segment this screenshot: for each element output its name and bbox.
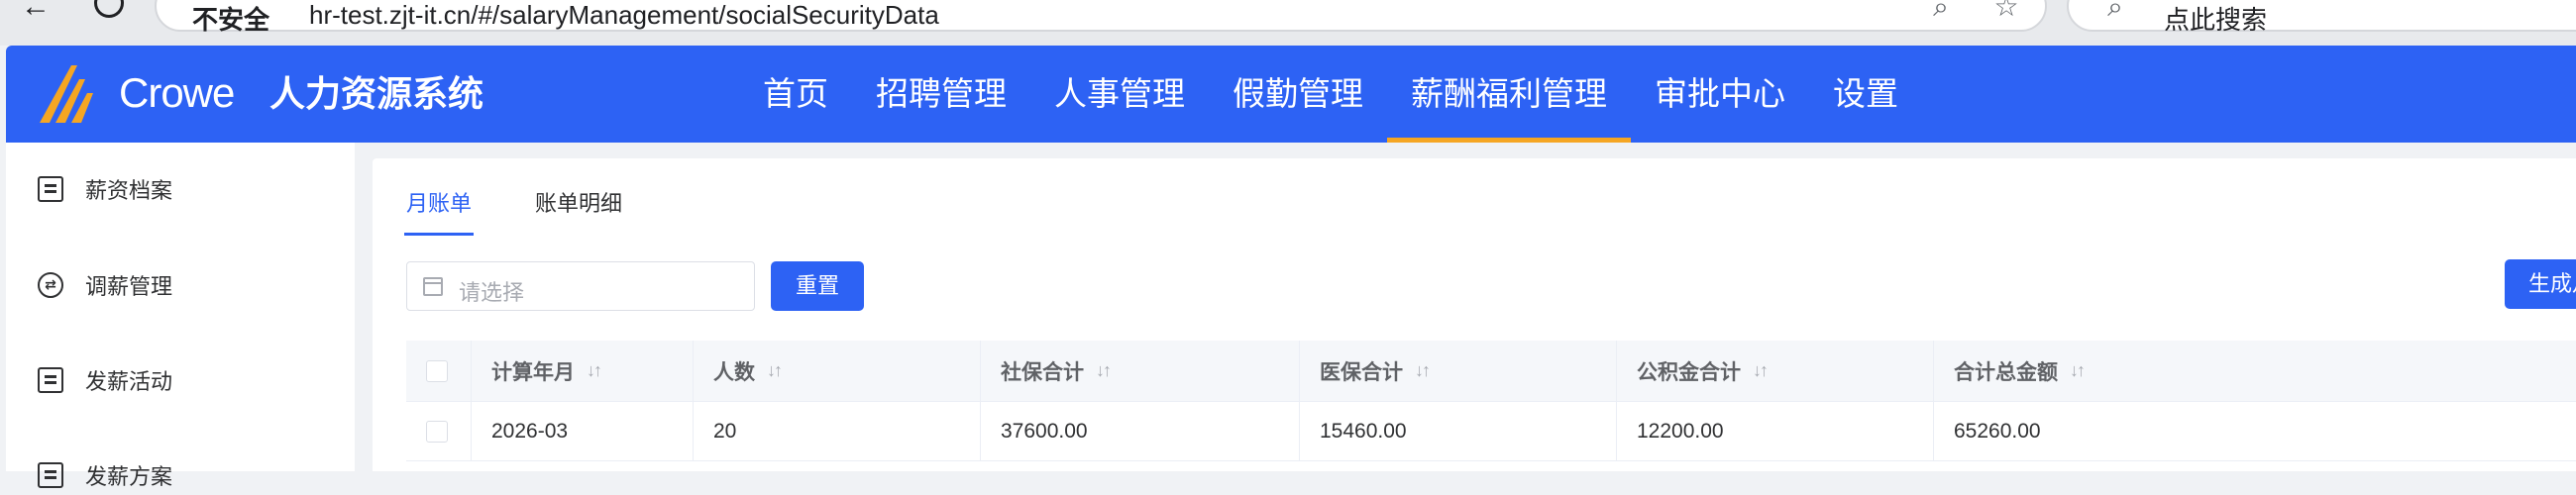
table-row[interactable]: 2026-03 20 37600.00 15460.00 12200.00 65… <box>406 402 2576 461</box>
monthly-bill-table: 计算年月 ↓↑ 人数 ↓↑ 社保合计 ↓↑ 医保合计 ↓↑ 公积金合计 ↓↑ 合计总金额 ↓… <box>406 341 2576 461</box>
column-header[interactable]: 医保合计 ↓↑ <box>1300 341 1617 401</box>
document-icon <box>38 176 63 202</box>
main-nav: 首页 招聘管理 人事管理 假勤管理 薪酬福利管理 审批中心 设置 <box>739 46 1922 143</box>
bookmark-star-icon[interactable]: ☆ <box>1991 0 2021 22</box>
table-header: 计算年月 ↓↑ 人数 ↓↑ 社保合计 ↓↑ 医保合计 ↓↑ 公积金合计 ↓↑ 合计总金额 ↓… <box>406 341 2576 402</box>
sort-icon[interactable]: ↓↑ <box>1415 360 1431 381</box>
cell-grand-total: 65260.00 <box>1954 419 2041 443</box>
column-header[interactable]: 计算年月 ↓↑ <box>472 341 694 401</box>
column-header[interactable]: 合计总金额 ↓↑ <box>1934 341 2576 401</box>
bill-tabs: 月账单 账单明细 <box>403 188 686 236</box>
sidebar-item-label: 薪资档案 <box>85 178 173 203</box>
nav-approval[interactable]: 审批中心 <box>1631 46 1809 143</box>
crowe-logo-icon <box>40 65 93 123</box>
tab-monthly-bill[interactable]: 月账单 <box>403 188 475 236</box>
tab-bill-detail[interactable]: 账单明细 <box>535 188 622 236</box>
browser-toolbar: ← 不安全 hr-test.zjt-it.cn/#/salaryManageme… <box>0 0 2576 46</box>
search-icon: ⌕ <box>2107 0 2123 22</box>
main-panel: 月账单 账单明细 请选择 重置 生成月 计算年月↓↑ 人数↓↑ 社保合计↓↑ 医… <box>373 158 2576 471</box>
cell-month: 2026-03 <box>472 402 694 460</box>
app-header: Crowe 人力资源系统 首页 招聘管理 人事管理 假勤管理 薪酬福利管理 审批… <box>6 46 2576 143</box>
nav-recruitment[interactable]: 招聘管理 <box>852 46 1030 143</box>
browser-search-box[interactable]: ⌕ 点此搜索 <box>2067 0 2576 35</box>
brand-name: Crowe <box>119 69 235 116</box>
nav-personnel[interactable]: 人事管理 <box>1030 46 1209 143</box>
cell-housing-fund-total: 12200.00 <box>1617 402 1934 460</box>
month-picker-input[interactable]: 请选择 <box>406 261 755 311</box>
header-checkbox-cell <box>406 341 472 401</box>
column-header[interactable]: 公积金合计 ↓↑ <box>1617 341 1934 401</box>
cell-medical-insurance-total: 15460.00 <box>1300 402 1617 460</box>
calendar-icon <box>423 277 443 296</box>
month-picker-placeholder: 请选择 <box>459 280 525 305</box>
nav-compensation[interactable]: 薪酬福利管理 <box>1387 46 1631 143</box>
column-header[interactable]: 社保合计 ↓↑ <box>981 341 1300 401</box>
sort-icon[interactable]: ↓↑ <box>1096 360 1112 381</box>
sidebar-item-label: 发薪活动 <box>85 369 173 394</box>
back-arrow-icon[interactable]: ← <box>16 0 55 22</box>
sort-icon[interactable]: ↓↑ <box>767 360 783 381</box>
nav-settings[interactable]: 设置 <box>1809 46 1922 143</box>
sort-icon[interactable]: ↓↑ <box>587 360 602 381</box>
address-bar[interactable]: 不安全 hr-test.zjt-it.cn/#/salaryManagement… <box>155 0 2047 35</box>
search-icon[interactable]: ⌕ <box>1926 0 1956 22</box>
cell-headcount: 20 <box>694 402 981 460</box>
sidebar-item-payroll-plan[interactable]: 发薪方案 <box>38 455 172 495</box>
nav-home[interactable]: 首页 <box>739 46 852 143</box>
app-title: 人力资源系统 <box>269 73 484 114</box>
sidebar-item-label: 发薪方案 <box>85 464 173 489</box>
select-all-checkbox[interactable] <box>426 359 448 382</box>
url-text[interactable]: hr-test.zjt-it.cn/#/salaryManagement/soc… <box>309 0 939 31</box>
sidebar: 薪资档案 ⇄ 调薪管理 发薪活动 发薪方案 <box>6 143 355 489</box>
folder-icon <box>38 462 63 488</box>
list-icon <box>38 367 63 393</box>
cell-social-security-total: 37600.00 <box>981 402 1300 460</box>
sidebar-item-label: 调薪管理 <box>85 274 173 299</box>
generate-monthly-bill-button[interactable]: 生成月 <box>2505 259 2576 309</box>
security-warning[interactable]: 不安全 <box>192 0 269 37</box>
nav-attendance[interactable]: 假勤管理 <box>1209 46 1387 143</box>
swap-icon: ⇄ <box>38 272 63 298</box>
reload-icon[interactable] <box>89 0 129 22</box>
row-checkbox-cell <box>406 402 472 460</box>
column-header[interactable]: 人数 ↓↑ <box>694 341 981 401</box>
sort-icon[interactable]: ↓↑ <box>2070 360 2086 381</box>
search-placeholder: 点此搜索 <box>2164 5 2268 35</box>
sidebar-item-salary-adjustment[interactable]: ⇄ 调薪管理 <box>38 265 172 305</box>
reset-button[interactable]: 重置 <box>771 261 864 311</box>
sidebar-item-salary-archive[interactable]: 薪资档案 <box>38 169 172 209</box>
sort-icon[interactable]: ↓↑ <box>1753 360 1769 381</box>
row-checkbox[interactable] <box>426 420 448 443</box>
sidebar-item-payroll-activity[interactable]: 发薪活动 <box>38 360 172 400</box>
